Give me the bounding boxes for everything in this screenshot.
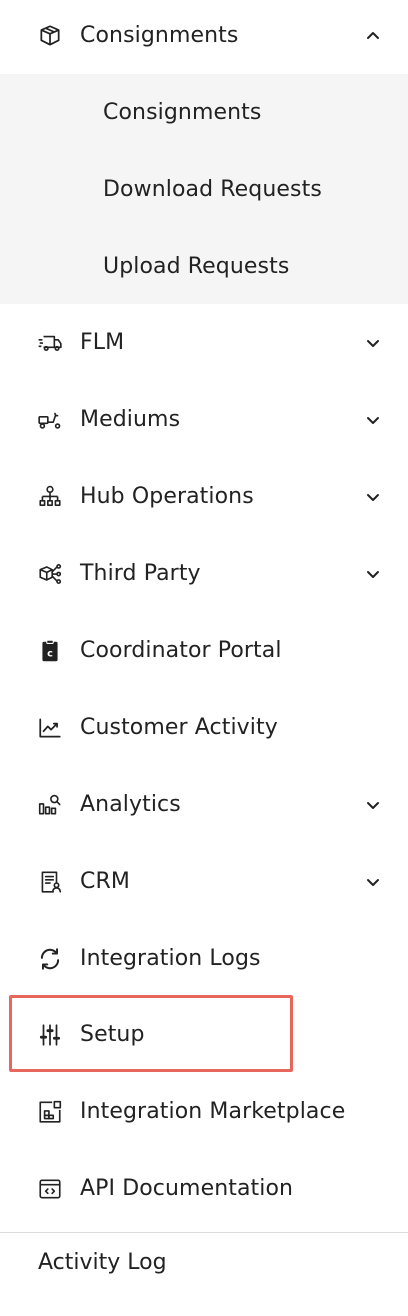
submenu-label: Consignments bbox=[103, 100, 262, 125]
truck-icon bbox=[36, 329, 64, 357]
chevron-down-icon[interactable] bbox=[364, 873, 382, 891]
menu-label-flm: FLM bbox=[80, 330, 125, 355]
setup-highlight-box bbox=[9, 995, 293, 1072]
menu-item-mediums[interactable]: Mediums bbox=[0, 381, 408, 458]
line-chart-icon bbox=[36, 714, 64, 742]
menu-item-third-party[interactable]: Third Party bbox=[0, 535, 408, 612]
menu-label-third-party: Third Party bbox=[80, 561, 201, 586]
chevron-down-icon[interactable] bbox=[364, 488, 382, 506]
submenu-item-download-requests[interactable]: Download Requests bbox=[0, 151, 408, 228]
clipboard-c-icon: c bbox=[36, 637, 64, 665]
document-user-icon bbox=[36, 868, 64, 896]
menu-item-integration-marketplace[interactable]: Integration Marketplace bbox=[0, 1073, 408, 1150]
boxes-share-icon bbox=[36, 560, 64, 588]
menu-item-crm[interactable]: CRM bbox=[0, 843, 408, 920]
menu-label-analytics: Analytics bbox=[80, 792, 181, 817]
activity-log-link[interactable]: Activity Log bbox=[38, 1250, 167, 1275]
scooter-icon bbox=[36, 406, 64, 434]
marketplace-icon bbox=[36, 1098, 64, 1126]
menu-label-consignments: Consignments bbox=[80, 23, 239, 48]
menu-item-analytics[interactable]: Analytics bbox=[0, 766, 408, 843]
chevron-down-icon[interactable] bbox=[364, 565, 382, 583]
svg-text:c: c bbox=[47, 648, 53, 659]
menu-item-coordinator-portal[interactable]: c Coordinator Portal bbox=[0, 612, 408, 689]
network-icon bbox=[36, 483, 64, 511]
chevron-down-icon[interactable] bbox=[364, 796, 382, 814]
menu-label-coordinator-portal: Coordinator Portal bbox=[80, 638, 282, 663]
menu-item-integration-logs[interactable]: Integration Logs bbox=[0, 920, 408, 997]
code-window-icon bbox=[36, 1175, 64, 1203]
refresh-icon bbox=[36, 945, 64, 973]
menu-item-consignments[interactable]: Consignments bbox=[0, 0, 408, 74]
submenu-item-consignments[interactable]: Consignments bbox=[0, 74, 408, 151]
menu-label-crm: CRM bbox=[80, 869, 130, 894]
chevron-down-icon[interactable] bbox=[364, 334, 382, 352]
box-icon bbox=[36, 22, 64, 50]
submenu-label: Download Requests bbox=[103, 177, 322, 202]
menu-item-customer-activity[interactable]: Customer Activity bbox=[0, 689, 408, 766]
menu-item-api-documentation[interactable]: API Documentation bbox=[0, 1150, 408, 1227]
menu-item-hub-operations[interactable]: Hub Operations bbox=[0, 458, 408, 535]
chevron-up-icon[interactable] bbox=[364, 27, 382, 45]
submenu-item-upload-requests[interactable]: Upload Requests bbox=[0, 228, 408, 305]
menu-label-customer-activity: Customer Activity bbox=[80, 715, 278, 740]
bar-search-icon bbox=[36, 791, 64, 819]
menu-item-flm[interactable]: FLM bbox=[0, 304, 408, 381]
menu-label-integration-logs: Integration Logs bbox=[80, 946, 261, 971]
submenu-label: Upload Requests bbox=[103, 254, 290, 279]
menu-label-hub-operations: Hub Operations bbox=[80, 484, 254, 509]
divider bbox=[0, 1232, 408, 1233]
menu-label-mediums: Mediums bbox=[80, 407, 181, 432]
menu-label-api-documentation: API Documentation bbox=[80, 1176, 294, 1201]
menu-label-integration-marketplace: Integration Marketplace bbox=[80, 1099, 346, 1124]
chevron-down-icon[interactable] bbox=[364, 411, 382, 429]
